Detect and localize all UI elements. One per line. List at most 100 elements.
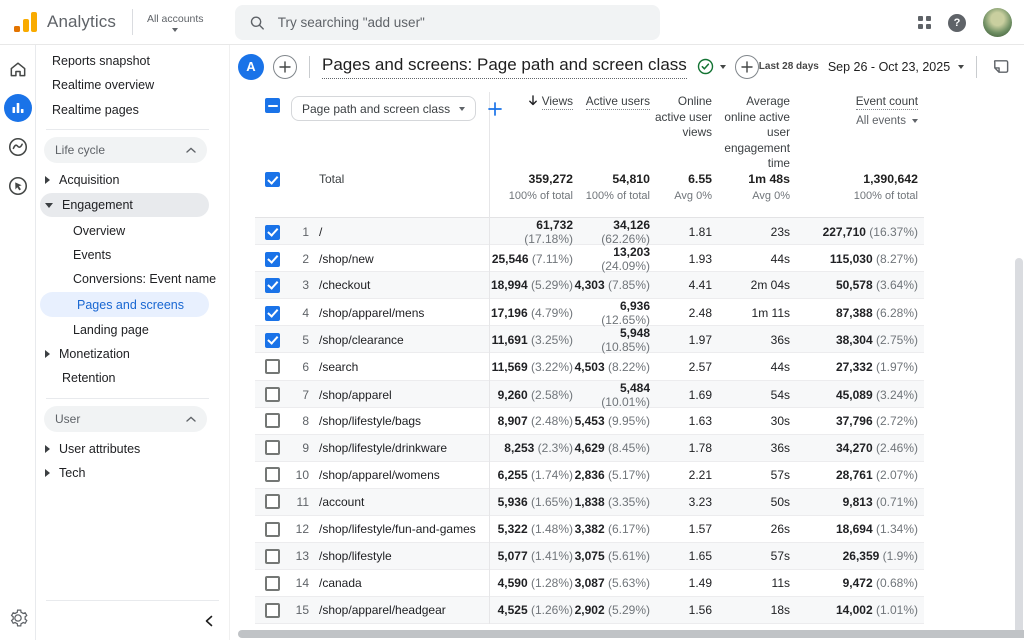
select-all-checkbox[interactable] — [265, 98, 280, 113]
column-header-active-users[interactable]: Active users — [573, 94, 650, 110]
logo-dot — [14, 26, 20, 32]
collapse-arrow-icon[interactable] — [45, 350, 50, 358]
apps-grid-icon[interactable] — [918, 16, 931, 29]
home-icon[interactable] — [4, 55, 32, 83]
sidebar-item-retention[interactable]: Retention — [36, 366, 229, 390]
row-checkbox[interactable] — [265, 494, 280, 509]
sidebar-item-monetization[interactable]: Monetization — [36, 342, 229, 366]
sidebar-item-acquisition[interactable]: Acquisition — [36, 168, 229, 192]
collapse-arrow-icon[interactable] — [45, 176, 50, 184]
row-page-path: /shop/lifestyle/bags — [317, 414, 489, 428]
saved-check-icon[interactable] — [697, 58, 714, 75]
column-header-online-views[interactable]: Online active user views — [650, 94, 712, 141]
vertical-scrollbar[interactable] — [1015, 258, 1023, 634]
chevron-up-icon — [186, 416, 196, 422]
row-views: 6,255 (1.74%) — [489, 468, 573, 482]
table-row: 1/61,732 (17.18%)34,126 (62.26%)1.8123s2… — [255, 218, 924, 245]
row-active-users: 6,936 (12.65%) — [573, 299, 650, 327]
help-icon[interactable]: ? — [948, 14, 966, 32]
event-filter-dropdown[interactable]: All events — [856, 114, 918, 129]
row-engagement-time: 36s — [712, 333, 790, 347]
sidebar-item-conversions-event-name[interactable]: Conversions: Event name — [36, 267, 229, 291]
sidebar-nav: Reports snapshotRealtime overviewRealtim… — [36, 45, 230, 640]
add-comparison-button[interactable] — [735, 55, 759, 79]
title-menu-caret-icon[interactable] — [720, 65, 726, 69]
row-checkbox[interactable] — [265, 576, 280, 591]
row-checkbox[interactable] — [265, 252, 280, 267]
horizontal-scrollbar[interactable] — [238, 630, 1024, 638]
sidebar-item-tech[interactable]: Tech — [36, 461, 229, 485]
row-checkbox[interactable] — [265, 440, 280, 455]
collapse-arrow-icon[interactable] — [45, 469, 50, 477]
row-active-users: 5,484 (10.01%) — [573, 381, 650, 409]
add-note-icon[interactable] — [991, 57, 1010, 76]
sidebar-item-landing-page[interactable]: Landing page — [36, 318, 229, 342]
search-input[interactable] — [278, 15, 646, 30]
row-checkbox-cell — [255, 359, 291, 374]
row-checkbox[interactable] — [265, 603, 280, 618]
advertising-icon[interactable] — [4, 172, 32, 200]
column-header-avg-engagement[interactable]: Average online active user engagement ti… — [712, 94, 790, 172]
row-checkbox-cell — [255, 413, 291, 428]
search-icon — [249, 14, 266, 32]
table-row: 7/shop/apparel9,260 (2.58%)5,484 (10.01%… — [255, 381, 924, 408]
search-bar[interactable] — [235, 5, 660, 40]
add-report-button[interactable] — [273, 55, 297, 79]
sidebar-item-overview[interactable]: Overview — [36, 218, 229, 242]
analytics-logo[interactable]: Analytics — [0, 12, 116, 32]
row-page-path: /shop/new — [317, 252, 489, 266]
row-engagement-time: 30s — [712, 414, 790, 428]
row-checkbox[interactable] — [265, 359, 280, 374]
sidebar-item-engagement[interactable]: Engagement — [40, 193, 209, 217]
column-header-views[interactable]: Views — [489, 94, 573, 110]
row-online-views: 1.93 — [650, 252, 712, 266]
row-page-path: /canada — [317, 576, 489, 590]
collapse-sidebar-icon[interactable] — [198, 609, 219, 633]
user-avatar[interactable] — [983, 8, 1012, 37]
total-checkbox[interactable] — [265, 172, 280, 187]
sidebar-item-realtime-overview[interactable]: Realtime overview — [36, 73, 229, 97]
row-online-views: 2.21 — [650, 468, 712, 482]
row-checkbox[interactable] — [265, 225, 280, 240]
sidebar-item-reports-snapshot[interactable]: Reports snapshot — [36, 49, 229, 73]
sidebar-divider — [46, 398, 209, 399]
row-checkbox[interactable] — [265, 278, 280, 293]
row-event-count: 227,710 (16.37%) — [790, 225, 924, 239]
sidebar-item-user-attributes[interactable]: User attributes — [36, 437, 229, 461]
row-checkbox[interactable] — [265, 413, 280, 428]
sidebar-item-realtime-pages[interactable]: Realtime pages — [36, 98, 229, 122]
admin-gear-icon[interactable] — [0, 608, 36, 628]
row-checkbox[interactable] — [265, 387, 280, 402]
reports-icon[interactable] — [4, 94, 32, 122]
account-switcher[interactable]: All accounts — [147, 13, 204, 32]
row-checkbox[interactable] — [265, 522, 280, 537]
row-event-count: 38,304 (2.75%) — [790, 333, 924, 347]
row-page-path: /shop/clearance — [317, 333, 489, 347]
row-checkbox[interactable] — [265, 306, 280, 321]
explore-icon[interactable] — [4, 133, 32, 161]
row-event-count: 28,761 (2.07%) — [790, 468, 924, 482]
row-event-count: 37,796 (2.72%) — [790, 414, 924, 428]
row-rank: 14 — [291, 576, 317, 590]
row-checkbox[interactable] — [265, 467, 280, 482]
total-event-count: 1,390,642100% of total — [790, 172, 924, 202]
sidebar-section-life-cycle[interactable]: Life cycle — [44, 137, 207, 163]
row-engagement-time: 57s — [712, 468, 790, 482]
sidebar-item-pages-and-screens[interactable]: Pages and screens — [40, 292, 209, 316]
property-avatar[interactable]: A — [238, 54, 264, 80]
account-switcher-label: All accounts — [147, 13, 204, 25]
row-checkbox[interactable] — [265, 333, 280, 348]
sidebar-item-events[interactable]: Events — [36, 243, 229, 267]
dimension-selector[interactable]: Page path and screen class — [291, 96, 476, 121]
topbar-divider — [132, 9, 133, 35]
row-checkbox[interactable] — [265, 549, 280, 564]
collapse-arrow-icon[interactable] — [45, 445, 50, 453]
row-rank: 9 — [291, 441, 317, 455]
expand-arrow-icon[interactable] — [45, 203, 53, 208]
column-header-event-count[interactable]: Event count All events — [790, 94, 924, 129]
date-range-picker[interactable]: Sep 26 - Oct 23, 2025 — [828, 60, 964, 74]
sidebar-section-user[interactable]: User — [44, 406, 207, 432]
report-title[interactable]: Pages and screens: Page path and screen … — [322, 55, 687, 79]
date-preset-label: Last 28 days — [759, 61, 819, 72]
row-active-users: 3,075 (5.61%) — [573, 549, 650, 563]
